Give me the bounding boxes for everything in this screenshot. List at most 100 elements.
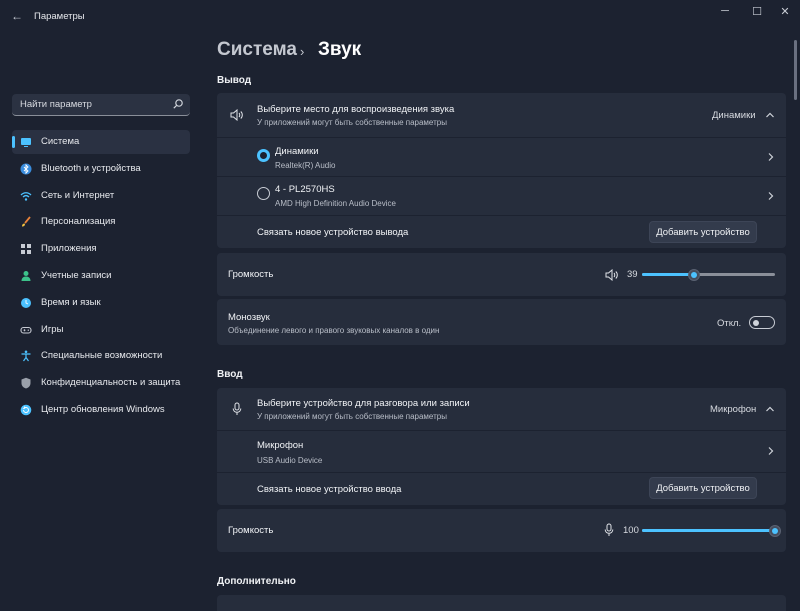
sidebar-item-4[interactable]: Персонализация [12, 210, 190, 234]
input-volume-thumb[interactable] [769, 525, 781, 537]
input-pair-row: Связать новое устройство ввода Добавить … [217, 473, 786, 505]
input-volume-row: Громкость 100 [217, 509, 786, 552]
account-icon [21, 271, 31, 281]
sidebar-item-label: Центр обновления Windows [41, 404, 165, 415]
app-title: Параметры [34, 11, 85, 22]
output-device-row-2[interactable]: 4 - PL2570HS AMD High Definition Audio D… [217, 177, 786, 215]
input-device-row[interactable]: Микрофон USB Audio Device [217, 431, 786, 472]
sidebar-item-label: Приложения [41, 243, 97, 255]
title-bar: ← Параметры ─ ☐ ✕ [0, 0, 800, 32]
section-heading-advanced: Дополнительно [217, 576, 296, 587]
close-button[interactable]: ✕ [772, 4, 798, 18]
sidebar-item-10[interactable]: Конфиденциальность и защита [12, 371, 190, 395]
input-volume-label: Громкость [228, 525, 274, 536]
sidebar-item-6[interactable]: Учетные записи [12, 264, 190, 288]
input-chooser-subtitle: У приложений могут быть собственные пара… [257, 412, 447, 421]
output-pair-label: Связать новое устройство вывода [257, 227, 409, 238]
microphone-icon[interactable] [604, 523, 614, 537]
sidebar-item-1[interactable]: Система [12, 130, 190, 154]
section-heading-output: Вывод [217, 75, 252, 86]
output-device-detail: AMD High Definition Audio Device [275, 199, 396, 208]
sidebar-item-11[interactable]: Центр обновления Windows [12, 398, 190, 422]
sidebar-item-label: Конфиденциальность и защита [41, 377, 181, 389]
microphone-icon [232, 402, 242, 415]
maximize-button[interactable]: ☐ [744, 4, 770, 18]
speaker-icon [230, 109, 243, 121]
sidebar-item-2[interactable]: Bluetooth и устройства [12, 157, 190, 181]
sidebar-item-label: Игры [41, 323, 64, 335]
radio-unselected[interactable] [257, 187, 270, 200]
sidebar-item-label: Персонализация [41, 216, 116, 228]
input-chooser[interactable]: Выберите устройство для разговора или за… [217, 388, 786, 430]
search-icon [173, 99, 183, 109]
output-volume-thumb[interactable] [687, 269, 700, 281]
minimize-icon: ─ [721, 5, 729, 17]
add-output-device-button[interactable]: Добавить устройство [649, 221, 757, 243]
add-input-device-button[interactable]: Добавить устройство [649, 477, 757, 499]
section-heading-input: Ввод [217, 369, 243, 380]
input-volume-fill [642, 529, 775, 532]
output-device-row-1[interactable]: Динамики Realtek(R) Audio [217, 138, 786, 176]
back-arrow-icon: ← [11, 9, 23, 23]
output-pair-row: Связать новое устройство вывода Добавить… [217, 216, 786, 248]
input-chooser-value: Микрофон [710, 404, 757, 415]
sidebar-item-label: Система [41, 136, 80, 147]
output-volume-label: Громкость [228, 269, 274, 280]
mono-audio-toggle[interactable] [749, 316, 775, 329]
sidebar-item-9[interactable]: Специальные возможности [12, 344, 190, 368]
sidebar-item-label: Bluetooth и устройства [41, 162, 141, 174]
input-chooser-title: Выберите устройство для разговора или за… [257, 398, 470, 409]
advanced-card[interactable] [217, 595, 786, 611]
close-icon: ✕ [780, 5, 790, 18]
speaker-icon[interactable] [605, 269, 619, 281]
sidebar-item-5[interactable]: Приложения [12, 237, 190, 261]
sidebar-item-label: Время и язык [41, 296, 101, 308]
sidebar-item-label: Специальные возможности [41, 350, 163, 362]
sidebar-item-8[interactable]: Игры [12, 318, 190, 342]
search-placeholder: Найти параметр [20, 99, 92, 110]
output-chooser-value: Динамики [712, 110, 756, 121]
page-title: Звук [318, 39, 362, 60]
chevron-right-icon [768, 447, 774, 455]
sidebar-item-label: Сеть и Интернет [41, 189, 115, 201]
sidebar-item-3[interactable]: Сеть и Интернет [12, 184, 190, 208]
minimize-button[interactable]: ─ [712, 4, 738, 18]
chevron-up-icon[interactable] [765, 405, 775, 413]
breadcrumb-chevron-icon: › [300, 44, 305, 59]
output-device-name: 4 - PL2570HS [275, 184, 335, 195]
shield-icon [21, 377, 31, 389]
scrollbar[interactable] [794, 40, 797, 100]
search-input[interactable]: Найти параметр [12, 94, 190, 116]
chevron-right-icon [768, 192, 774, 200]
mono-audio-row: Монозвук Объединение левого и правого зв… [217, 299, 786, 345]
maximize-icon: ☐ [752, 5, 762, 18]
update-icon [20, 404, 32, 416]
monitor-icon [21, 138, 31, 147]
mono-audio-title: Монозвук [228, 312, 270, 323]
gamepad-icon [20, 326, 32, 334]
back-button[interactable]: ← [8, 8, 26, 24]
input-pair-label: Связать новое устройство ввода [257, 484, 402, 495]
chevron-right-icon [768, 153, 774, 161]
sidebar-item-label: Учетные записи [41, 270, 112, 281]
selection-indicator [12, 136, 15, 148]
mono-audio-subtitle: Объединение левого и правого звуковых ка… [228, 326, 440, 335]
output-chooser[interactable]: Выберите место для воспроизведения звука… [217, 93, 786, 137]
output-volume-row: Громкость 39 [217, 253, 786, 296]
radio-selected[interactable] [257, 149, 270, 162]
input-device-name: Микрофон [257, 440, 304, 451]
output-device-name: Динамики [275, 146, 319, 157]
output-volume-fill [642, 273, 694, 276]
output-device-detail: Realtek(R) Audio [275, 161, 336, 170]
wifi-icon [20, 191, 32, 201]
bluetooth-icon [20, 163, 32, 175]
mono-audio-state: Откл. [717, 318, 742, 329]
sidebar-item-7[interactable]: Время и язык [12, 291, 190, 315]
globe-clock-icon [21, 297, 31, 308]
toggle-knob [753, 319, 759, 326]
output-chooser-title: Выберите место для воспроизведения звука [257, 104, 455, 115]
accessibility-icon [21, 350, 31, 362]
breadcrumb-parent[interactable]: Система [217, 39, 297, 61]
brush-icon [22, 216, 31, 227]
chevron-up-icon[interactable] [765, 111, 775, 119]
